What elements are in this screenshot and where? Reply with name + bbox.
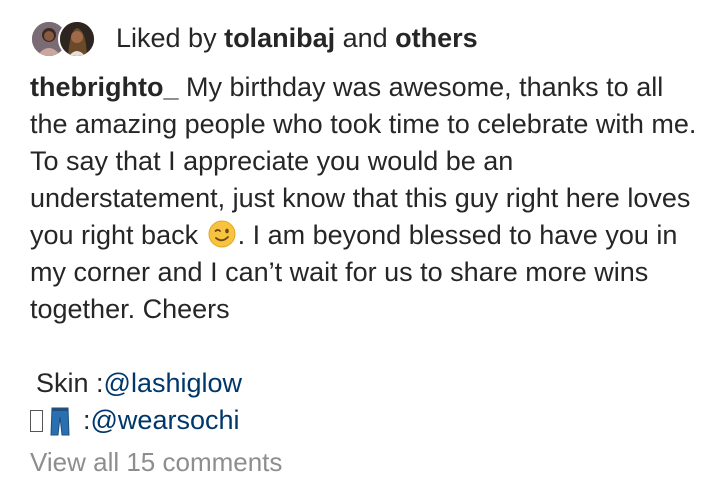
clothing-handle-link[interactable]: @wearsochi bbox=[91, 402, 240, 439]
liked-others-link[interactable]: others bbox=[395, 23, 478, 53]
post-caption: thebrighto_ My birthday was awesome, tha… bbox=[30, 69, 700, 328]
skin-label: Skin : bbox=[36, 368, 104, 398]
clothing-credit-row: : @wearsochi bbox=[30, 402, 242, 439]
liker-username[interactable]: tolanibaj bbox=[224, 23, 335, 53]
view-all-comments-link[interactable]: View all 15 comments bbox=[30, 447, 282, 477]
liked-by-text: Liked by tolanibaj and others bbox=[116, 21, 478, 55]
avatar bbox=[58, 20, 96, 58]
skin-credit-row: Skin : @lashiglow bbox=[30, 365, 242, 402]
caption-username[interactable]: thebrighto_ bbox=[30, 72, 179, 102]
liked-prefix: Liked by bbox=[116, 23, 225, 53]
clothing-label: : bbox=[83, 405, 91, 435]
liked-middle: and bbox=[335, 23, 396, 53]
credit-tags: Skin : @lashiglow : @wearsochi bbox=[30, 365, 242, 439]
skin-handle-link[interactable]: @lashiglow bbox=[104, 365, 242, 402]
liked-by-row[interactable]: Liked by tolanibaj and others bbox=[30, 14, 478, 62]
winking-face-icon bbox=[208, 220, 236, 248]
liker-avatars[interactable] bbox=[30, 18, 102, 58]
jeans-icon bbox=[50, 407, 70, 435]
missing-glyph-icon bbox=[30, 409, 43, 432]
